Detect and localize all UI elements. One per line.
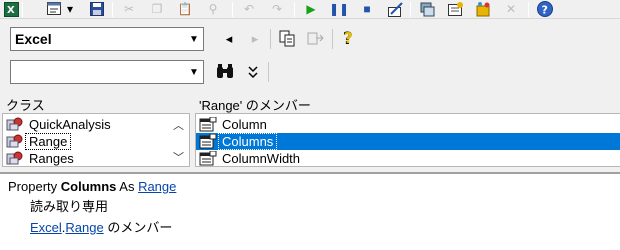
project-explorer-icon[interactable] bbox=[418, 0, 436, 18]
copy-icon[interactable]: ❐ bbox=[148, 0, 166, 18]
list-item[interactable]: Column bbox=[196, 116, 620, 133]
class-label: Range bbox=[24, 133, 72, 150]
list-item[interactable]: Columns bbox=[196, 133, 620, 150]
svg-text:X: X bbox=[7, 5, 15, 16]
scroll-down-icon[interactable]: ﹀ bbox=[170, 148, 187, 165]
toolbox-icon[interactable]: ✕ bbox=[502, 0, 520, 18]
list-item[interactable]: ColumnWidth bbox=[196, 150, 620, 166]
list-item[interactable]: QuickAnalysis bbox=[3, 116, 189, 133]
cut-icon[interactable]: ✂ bbox=[120, 0, 138, 18]
properties-icon[interactable] bbox=[446, 0, 464, 18]
class-icon bbox=[6, 151, 24, 166]
readonly-text: 読み取り専用 bbox=[30, 199, 109, 214]
member-signature: Property Columns As Range bbox=[8, 179, 176, 194]
library-combo-value: Excel bbox=[15, 31, 52, 47]
svg-text:?: ? bbox=[344, 29, 353, 47]
excel-icon[interactable]: X bbox=[2, 0, 20, 18]
property-icon bbox=[199, 133, 217, 149]
classes-header: クラス bbox=[2, 95, 190, 113]
chevron-down-icon[interactable]: ▾ bbox=[64, 0, 76, 18]
redo-icon[interactable]: ↷ bbox=[268, 0, 286, 18]
members-header: 'Range' のメンバー bbox=[195, 95, 620, 113]
find-icon[interactable]: ⚲ bbox=[204, 0, 222, 18]
signature-member-name: Columns bbox=[60, 179, 117, 194]
help-question-icon[interactable]: ?? bbox=[338, 27, 360, 49]
classes-list[interactable]: QuickAnalysis Range Ranges ︿ ﹀ bbox=[2, 113, 190, 167]
member-of-text: のメンバー bbox=[103, 220, 173, 235]
help-icon[interactable]: ? bbox=[536, 0, 554, 18]
search-combo[interactable]: ▼ bbox=[10, 60, 204, 84]
toolbar: X ▾ ✂ ❐ 📋 ⚲ ↶ ↷ ▶ ❚❚ ■ ✕ ? bbox=[0, 0, 620, 19]
pause-icon[interactable]: ❚❚ bbox=[329, 0, 349, 18]
member-label: ColumnWidth bbox=[222, 151, 301, 166]
class-link[interactable]: Range bbox=[65, 220, 103, 235]
scroll-up-icon[interactable]: ︿ bbox=[170, 116, 187, 133]
paste-icon[interactable]: 📋 bbox=[176, 0, 194, 18]
design-icon[interactable] bbox=[386, 0, 404, 18]
copy-to-clipboard-icon[interactable] bbox=[276, 27, 298, 49]
class-label: Ranges bbox=[29, 151, 74, 166]
type-link[interactable]: Range bbox=[138, 179, 176, 194]
class-icon bbox=[6, 134, 24, 149]
member-label: Column bbox=[222, 117, 267, 132]
property-icon bbox=[199, 116, 217, 132]
view-menu-icon[interactable] bbox=[45, 0, 63, 18]
save-icon[interactable] bbox=[88, 0, 106, 18]
chevron-down-icon[interactable]: ▼ bbox=[185, 28, 203, 50]
object-browser-icon[interactable] bbox=[474, 0, 492, 18]
member-of-line: Excel.Range のメンバー bbox=[30, 217, 172, 236]
stop-icon[interactable]: ■ bbox=[358, 0, 376, 18]
signature-as: As bbox=[116, 179, 139, 194]
list-item[interactable]: Range bbox=[3, 133, 189, 150]
run-icon[interactable]: ▶ bbox=[302, 0, 320, 18]
binoculars-icon[interactable] bbox=[214, 61, 236, 83]
collapse-results-icon[interactable] bbox=[242, 61, 264, 83]
library-combo[interactable]: Excel ▼ bbox=[10, 27, 204, 51]
forward-icon[interactable]: ▸ bbox=[244, 28, 266, 50]
svg-text:?: ? bbox=[542, 4, 548, 17]
class-icon bbox=[6, 117, 24, 132]
signature-prefix: Property bbox=[8, 179, 61, 194]
details-pane: Property Columns As Range 読み取り専用 Excel.R… bbox=[0, 172, 620, 250]
members-list[interactable]: Column Columns ColumnWidth bbox=[195, 113, 620, 167]
list-item[interactable]: Ranges bbox=[3, 150, 189, 166]
undo-icon[interactable]: ↶ bbox=[240, 0, 258, 18]
chevron-down-icon[interactable]: ▼ bbox=[185, 61, 203, 83]
view-definition-icon[interactable] bbox=[304, 27, 326, 49]
class-label: QuickAnalysis bbox=[29, 117, 111, 132]
library-link[interactable]: Excel bbox=[30, 220, 62, 235]
property-icon bbox=[199, 150, 217, 166]
back-icon[interactable]: ◂ bbox=[218, 28, 240, 50]
member-label: Columns bbox=[217, 133, 278, 150]
